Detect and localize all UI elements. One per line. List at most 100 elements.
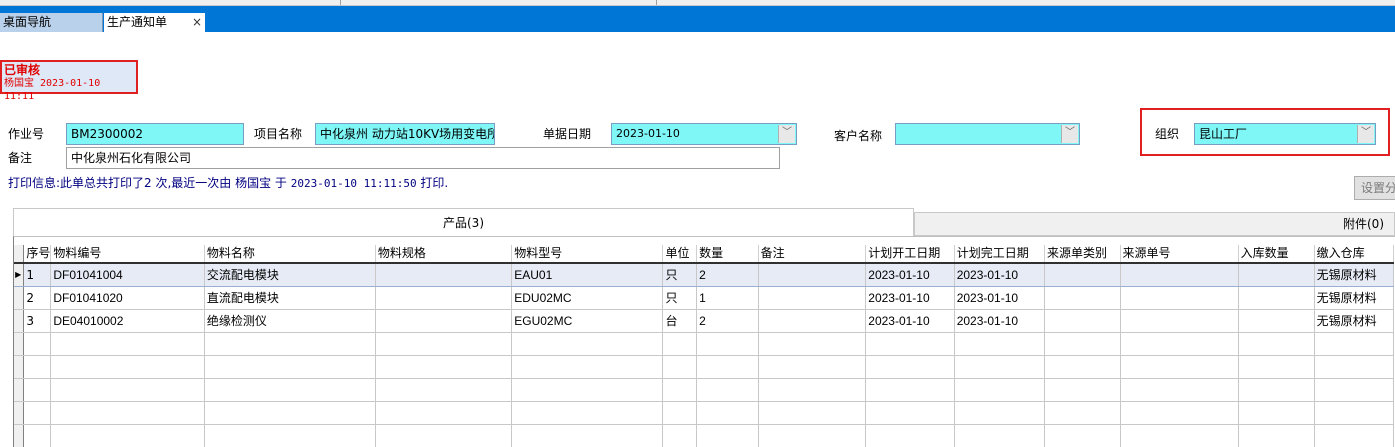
tab-products[interactable]: 产品(3)	[13, 208, 914, 237]
grid-cell[interactable]	[511, 355, 664, 379]
table-row[interactable]: ▶ 1 DF01041004 交流配电模块 EAU01 只 2 2023-01-10 2023-…	[14, 263, 1395, 287]
grid-cell[interactable]	[23, 332, 52, 356]
grid-cell[interactable]	[375, 286, 513, 310]
column-header[interactable]: 缴入仓库	[1314, 245, 1395, 264]
grid-cell[interactable]: 1	[23, 263, 52, 287]
grid-cell[interactable]: 2	[23, 286, 52, 310]
grid-cell[interactable]	[23, 401, 52, 425]
grid-cell[interactable]	[204, 424, 376, 447]
grid-cell[interactable]: EDU02MC	[511, 286, 664, 310]
empty-table-row[interactable]	[14, 424, 1395, 447]
grid-cell[interactable]	[758, 355, 867, 379]
grid-cell[interactable]	[375, 309, 513, 333]
empty-table-row[interactable]	[14, 378, 1395, 402]
grid-cell[interactable]: 2023-01-10	[865, 263, 955, 287]
grid-cell[interactable]	[758, 332, 867, 356]
grid-cell[interactable]	[758, 401, 867, 425]
grid-cell[interactable]	[1044, 401, 1121, 425]
row-indicator[interactable]	[14, 332, 25, 356]
row-indicator[interactable]	[14, 378, 25, 402]
grid-cell[interactable]: 2023-01-10	[954, 309, 1046, 333]
grid-cell[interactable]: 台	[662, 309, 698, 333]
column-header[interactable]: 备注	[758, 245, 867, 264]
grid-cell[interactable]	[1044, 309, 1121, 333]
grid-cell[interactable]	[50, 401, 205, 425]
grid-cell[interactable]	[1314, 355, 1395, 379]
grid-cell[interactable]	[865, 424, 955, 447]
grid-cell[interactable]	[204, 332, 376, 356]
remark-field[interactable]: 中化泉州石化有限公司	[66, 147, 780, 169]
grid-cell[interactable]	[1120, 286, 1239, 310]
grid-cell[interactable]: 绝缘检测仪	[204, 309, 376, 333]
grid-cell[interactable]	[865, 401, 955, 425]
grid-cell[interactable]	[865, 355, 955, 379]
grid-cell[interactable]	[865, 378, 955, 402]
grid-cell[interactable]	[1044, 263, 1121, 287]
grid-cell[interactable]: 只	[662, 263, 698, 287]
grid-cell[interactable]	[204, 355, 376, 379]
grid-cell[interactable]	[50, 424, 205, 447]
grid-cell[interactable]	[511, 401, 664, 425]
grid-cell[interactable]	[1044, 286, 1121, 310]
grid-cell[interactable]	[511, 332, 664, 356]
grid-cell[interactable]	[1120, 332, 1239, 356]
grid-cell[interactable]: 2	[696, 309, 759, 333]
empty-table-row[interactable]	[14, 401, 1395, 425]
grid-cell[interactable]: DE04010002	[50, 309, 205, 333]
grid-cell[interactable]	[375, 332, 513, 356]
grid-cell[interactable]	[1120, 355, 1239, 379]
grid-cell[interactable]	[662, 355, 698, 379]
grid-cell[interactable]	[1314, 401, 1395, 425]
grid-cell[interactable]: 只	[662, 286, 698, 310]
tab-attachments[interactable]: 附件(0)	[914, 212, 1395, 236]
grid-cell[interactable]	[696, 378, 759, 402]
grid-cell[interactable]	[1314, 424, 1395, 447]
grid-cell[interactable]	[1044, 332, 1121, 356]
grid-cell[interactable]	[1238, 355, 1315, 379]
column-header[interactable]: 序号	[23, 245, 52, 264]
grid-cell[interactable]	[696, 355, 759, 379]
grid-cell[interactable]: 2023-01-10	[865, 286, 955, 310]
grid-cell[interactable]	[1238, 424, 1315, 447]
grid-cell[interactable]	[23, 424, 52, 447]
column-header[interactable]: 物料编号	[50, 245, 205, 264]
grid-cell[interactable]	[954, 401, 1046, 425]
organization-field[interactable]: 昆山工厂 ﹀	[1194, 123, 1376, 145]
grid-cell[interactable]: 2023-01-10	[954, 286, 1046, 310]
grid-cell[interactable]: 2	[696, 263, 759, 287]
table-row[interactable]: 3 DE04010002 绝缘检测仪 EGU02MC 台 2 2023-01-10 2023-…	[14, 309, 1395, 333]
grid-cell[interactable]	[1238, 378, 1315, 402]
grid-cell[interactable]	[662, 424, 698, 447]
grid-cell[interactable]: EGU02MC	[511, 309, 664, 333]
chevron-down-icon[interactable]: ﹀	[1357, 125, 1374, 143]
grid-cell[interactable]	[758, 309, 867, 333]
table-row[interactable]: 2 DF01041020 直流配电模块 EDU02MC 只 1 2023-01-10 2023…	[14, 286, 1395, 310]
column-header[interactable]: 来源单类别	[1044, 245, 1121, 264]
settings-button[interactable]: 设置分	[1354, 176, 1395, 200]
grid-cell[interactable]: 无锡原材料	[1314, 286, 1395, 310]
grid-cell[interactable]	[1238, 263, 1315, 287]
empty-table-row[interactable]	[14, 332, 1395, 356]
grid-cell[interactable]	[511, 424, 664, 447]
grid-cell[interactable]	[1120, 309, 1239, 333]
grid-cell[interactable]	[375, 355, 513, 379]
close-icon[interactable]: ×	[192, 13, 202, 32]
column-header[interactable]: 来源单号	[1120, 245, 1239, 264]
grid-cell[interactable]	[375, 424, 513, 447]
grid-cell[interactable]	[662, 378, 698, 402]
row-indicator[interactable]	[14, 309, 25, 333]
grid-cell[interactable]	[758, 286, 867, 310]
chevron-down-icon[interactable]: ﹀	[778, 125, 795, 143]
column-header[interactable]: 数量	[696, 245, 759, 264]
job-no-field[interactable]: BM2300002	[66, 123, 244, 145]
grid-cell[interactable]	[1238, 401, 1315, 425]
grid-cell[interactable]: 无锡原材料	[1314, 309, 1395, 333]
grid-cell[interactable]	[662, 332, 698, 356]
grid-cell[interactable]	[1238, 309, 1315, 333]
grid-cell[interactable]	[1120, 401, 1239, 425]
grid-cell[interactable]	[662, 401, 698, 425]
grid-cell[interactable]	[511, 378, 664, 402]
row-indicator[interactable]	[14, 424, 25, 447]
column-header[interactable]: 计划开工日期	[865, 245, 955, 264]
grid-cell[interactable]: 2023-01-10	[865, 309, 955, 333]
